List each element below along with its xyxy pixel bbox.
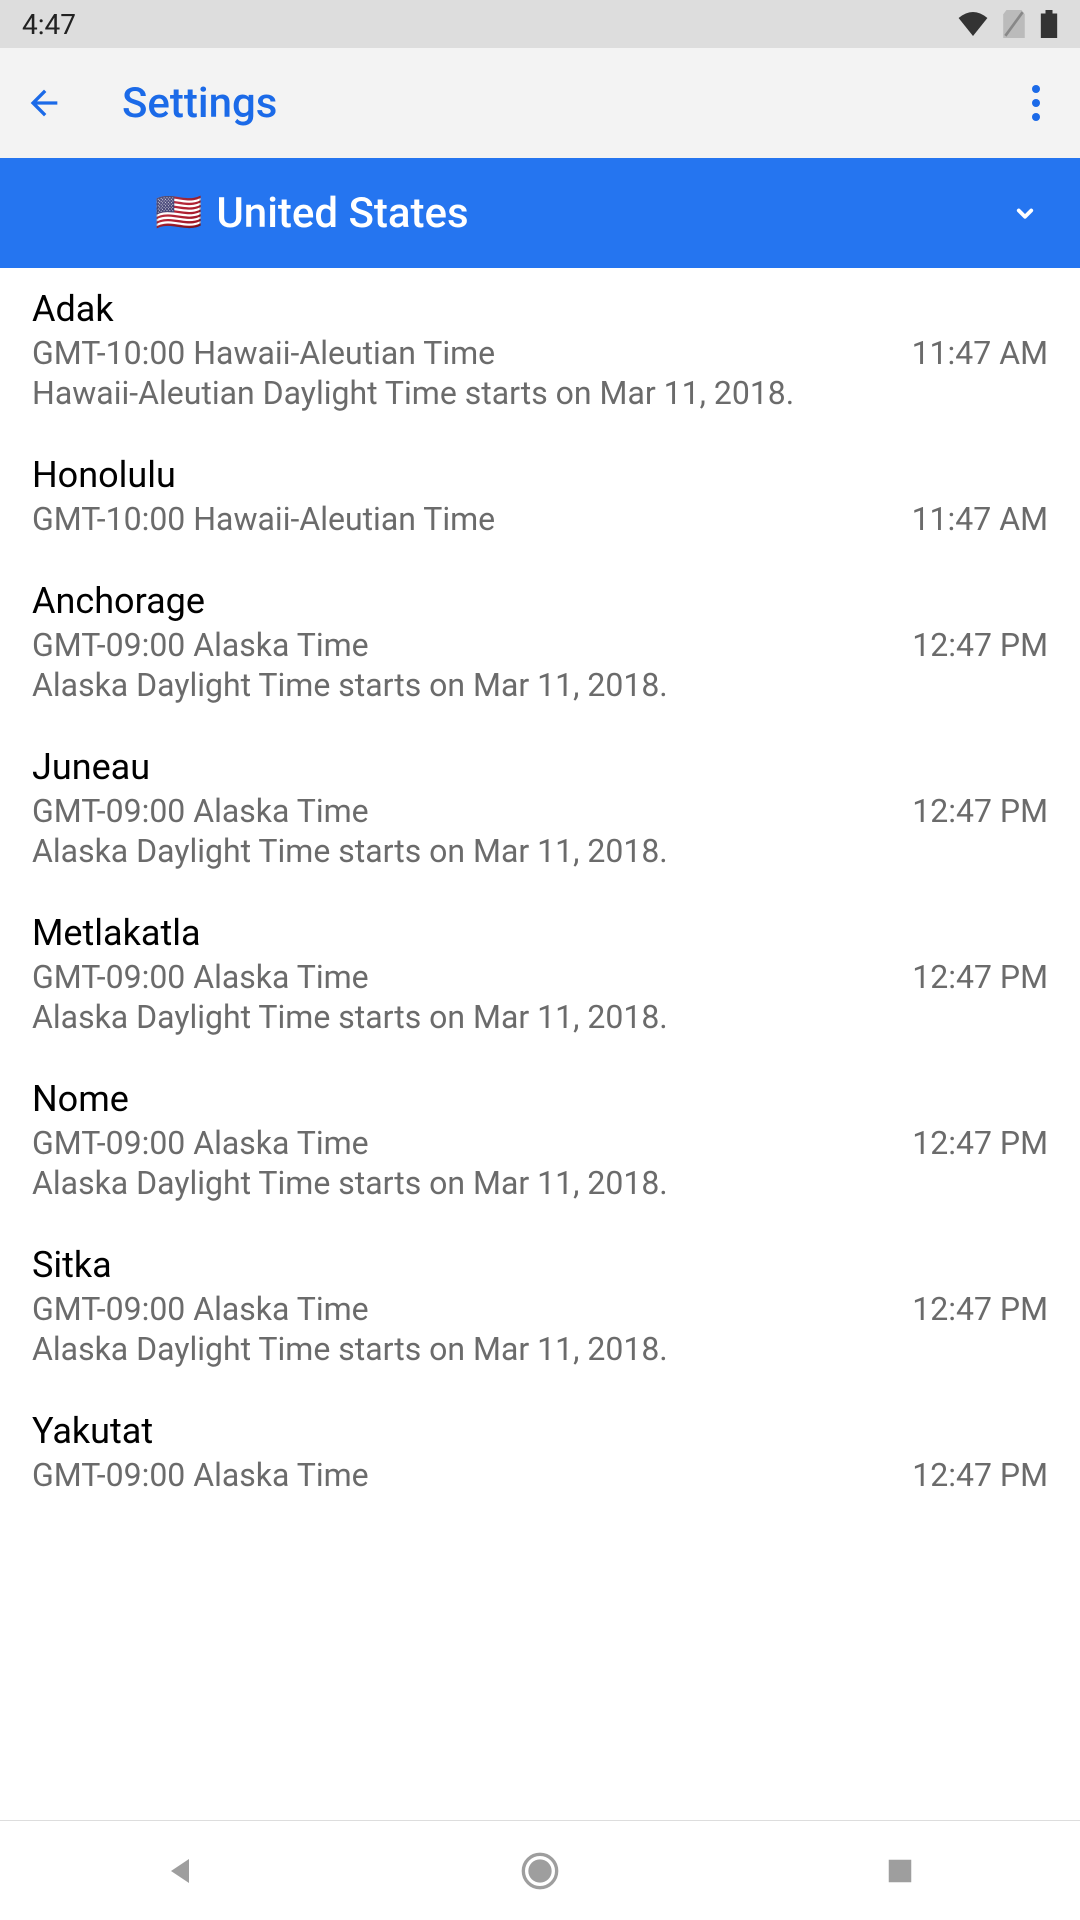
- dot-icon: [1032, 113, 1040, 121]
- timezone-offset: GMT-10:00 Hawaii-Aleutian Time: [32, 334, 495, 372]
- region-dropdown[interactable]: 🇺🇸 United States: [0, 158, 1080, 268]
- timezone-item[interactable]: Anchorage GMT-09:00 Alaska Time 12:47 PMAl…: [0, 560, 1080, 726]
- back-arrow-icon: [24, 83, 64, 123]
- app-bar: Settings: [0, 48, 1080, 158]
- timezone-info-row: GMT-10:00 Hawaii-Aleutian Time 11:47 AM: [32, 334, 1048, 372]
- dot-icon: [1032, 85, 1040, 93]
- battery-icon: [1040, 10, 1058, 38]
- timezone-info-row: GMT-09:00 Alaska Time 12:47 PM: [32, 1290, 1048, 1328]
- status-icons: [958, 10, 1058, 38]
- navigation-bar: [0, 1820, 1080, 1920]
- timezone-offset: GMT-09:00 Alaska Time: [32, 1456, 369, 1494]
- timezone-offset: GMT-09:00 Alaska Time: [32, 958, 369, 996]
- region-name: United States: [216, 189, 1010, 238]
- timezone-city: Metlakatla: [32, 912, 1048, 954]
- nav-recent-button[interactable]: [880, 1851, 920, 1891]
- timezone-item[interactable]: Metlakatla GMT-09:00 Alaska Time 12:47 PMA…: [0, 892, 1080, 1058]
- nav-back-button[interactable]: [160, 1851, 200, 1891]
- timezone-current-time: 12:47 PM: [912, 1124, 1048, 1162]
- timezone-info-row: GMT-09:00 Alaska Time 12:47 PM: [32, 1124, 1048, 1162]
- timezone-dst-info: Alaska Daylight Time starts on Mar 11, 2…: [32, 832, 1048, 870]
- timezone-offset: GMT-09:00 Alaska Time: [32, 792, 369, 830]
- timezone-city: Sitka: [32, 1244, 1048, 1286]
- more-options-button[interactable]: [1014, 81, 1058, 125]
- timezone-city: Anchorage: [32, 580, 1048, 622]
- status-time: 4:47: [22, 8, 76, 41]
- back-button[interactable]: [22, 81, 66, 125]
- timezone-info-row: GMT-09:00 Alaska Time 12:47 PM: [32, 1456, 1048, 1494]
- timezone-current-time: 12:47 PM: [912, 1290, 1048, 1328]
- timezone-item[interactable]: Yakutat GMT-09:00 Alaska Time 12:47 PM: [0, 1390, 1080, 1516]
- wifi-icon: [958, 12, 988, 36]
- timezone-list: Adak GMT-10:00 Hawaii-Aleutian Time 11:47 …: [0, 268, 1080, 1516]
- timezone-city: Adak: [32, 288, 1048, 330]
- timezone-item[interactable]: Nome GMT-09:00 Alaska Time 12:47 PMAlaska …: [0, 1058, 1080, 1224]
- timezone-dst-info: Alaska Daylight Time starts on Mar 11, 2…: [32, 1164, 1048, 1202]
- timezone-info-row: GMT-10:00 Hawaii-Aleutian Time 11:47 AM: [32, 500, 1048, 538]
- page-title: Settings: [122, 79, 1014, 128]
- timezone-item[interactable]: Juneau GMT-09:00 Alaska Time 12:47 PMAlask…: [0, 726, 1080, 892]
- timezone-current-time: 11:47 AM: [912, 500, 1048, 538]
- timezone-offset: GMT-09:00 Alaska Time: [32, 626, 369, 664]
- timezone-city: Nome: [32, 1078, 1048, 1120]
- timezone-city: Juneau: [32, 746, 1048, 788]
- dot-icon: [1032, 99, 1040, 107]
- timezone-offset: GMT-09:00 Alaska Time: [32, 1124, 369, 1162]
- timezone-current-time: 12:47 PM: [912, 958, 1048, 996]
- timezone-item[interactable]: Honolulu GMT-10:00 Hawaii-Aleutian Time 11…: [0, 434, 1080, 560]
- timezone-dst-info: Alaska Daylight Time starts on Mar 11, 2…: [32, 998, 1048, 1036]
- timezone-current-time: 12:47 PM: [912, 792, 1048, 830]
- status-bar: 4:47: [0, 0, 1080, 48]
- circle-home-icon: [520, 1851, 560, 1891]
- square-recent-icon: [885, 1856, 915, 1886]
- timezone-info-row: GMT-09:00 Alaska Time 12:47 PM: [32, 792, 1048, 830]
- timezone-offset: GMT-10:00 Hawaii-Aleutian Time: [32, 500, 495, 538]
- timezone-info-row: GMT-09:00 Alaska Time 12:47 PM: [32, 626, 1048, 664]
- timezone-item[interactable]: Adak GMT-10:00 Hawaii-Aleutian Time 11:47 …: [0, 268, 1080, 434]
- no-sim-icon: [1002, 10, 1026, 38]
- timezone-info-row: GMT-09:00 Alaska Time 12:47 PM: [32, 958, 1048, 996]
- triangle-back-icon: [162, 1853, 198, 1889]
- timezone-city: Honolulu: [32, 454, 1048, 496]
- timezone-city: Yakutat: [32, 1410, 1048, 1452]
- us-flag-icon: 🇺🇸: [155, 191, 202, 235]
- timezone-current-time: 11:47 AM: [912, 334, 1048, 372]
- timezone-dst-info: Alaska Daylight Time starts on Mar 11, 2…: [32, 666, 1048, 704]
- timezone-item[interactable]: Sitka GMT-09:00 Alaska Time 12:47 PMAlaska…: [0, 1224, 1080, 1390]
- chevron-down-icon: [1010, 198, 1040, 228]
- timezone-dst-info: Hawaii-Aleutian Daylight Time starts on …: [32, 374, 1048, 412]
- nav-home-button[interactable]: [520, 1851, 560, 1891]
- timezone-current-time: 12:47 PM: [912, 626, 1048, 664]
- timezone-dst-info: Alaska Daylight Time starts on Mar 11, 2…: [32, 1330, 1048, 1368]
- timezone-offset: GMT-09:00 Alaska Time: [32, 1290, 369, 1328]
- timezone-current-time: 12:47 PM: [912, 1456, 1048, 1494]
